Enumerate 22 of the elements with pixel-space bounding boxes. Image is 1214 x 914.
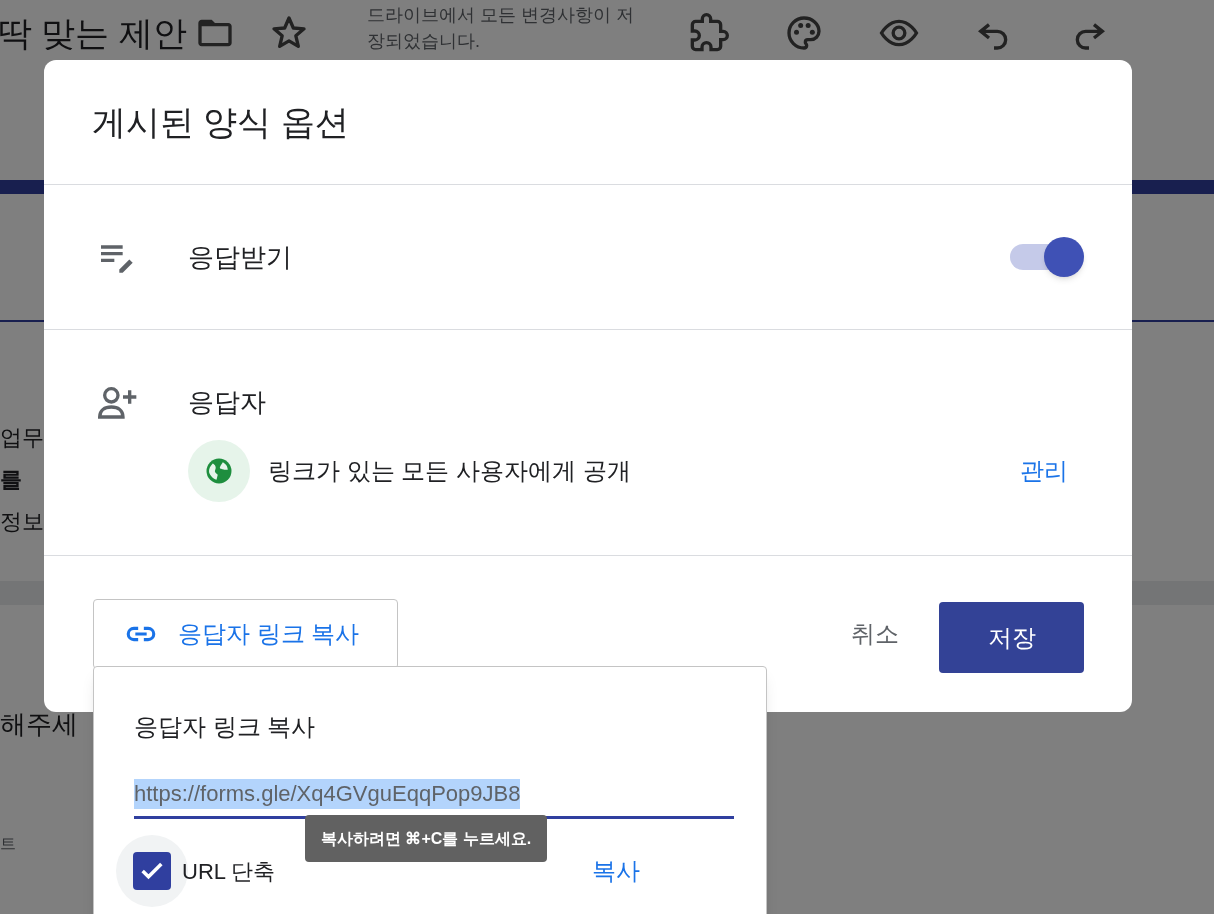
description-text: 를 [0, 466, 22, 494]
checkbox-label: URL 단축 [182, 857, 276, 886]
checkbox[interactable] [133, 852, 171, 890]
save-button[interactable]: 저장 [939, 602, 1084, 673]
save-status: 드라이브에서 모든 변경사항이 저장되었습니다. [366, 4, 635, 53]
document-title: 딱 맞는 제안 [0, 12, 187, 54]
hint-text: 트 [0, 834, 16, 854]
question-text: 해주세 [0, 708, 78, 741]
copy-link-button[interactable]: 응답자 링크 복사 [93, 598, 398, 669]
section-label: 응답자 [188, 385, 266, 419]
copy-button[interactable]: 복사 [592, 853, 640, 889]
setting-label: 응답받기 [188, 240, 293, 274]
description-text: 정보 [0, 508, 44, 536]
cancel-button[interactable]: 취소 [843, 598, 907, 669]
puzzle-icon[interactable] [688, 13, 729, 53]
description-text: 업무 [0, 424, 44, 452]
tooltip: 복사하려면 ⌘+C를 누르세요. [305, 815, 548, 862]
dialog-title: 게시된 양식 옵션 [92, 101, 349, 143]
manage-link[interactable]: 관리 [1020, 453, 1068, 489]
access-text: 링크가 있는 모든 사용자에게 공개 [268, 456, 632, 486]
popup-title: 응답자 링크 복사 [134, 712, 317, 742]
toggle-switch[interactable] [1008, 235, 1084, 279]
